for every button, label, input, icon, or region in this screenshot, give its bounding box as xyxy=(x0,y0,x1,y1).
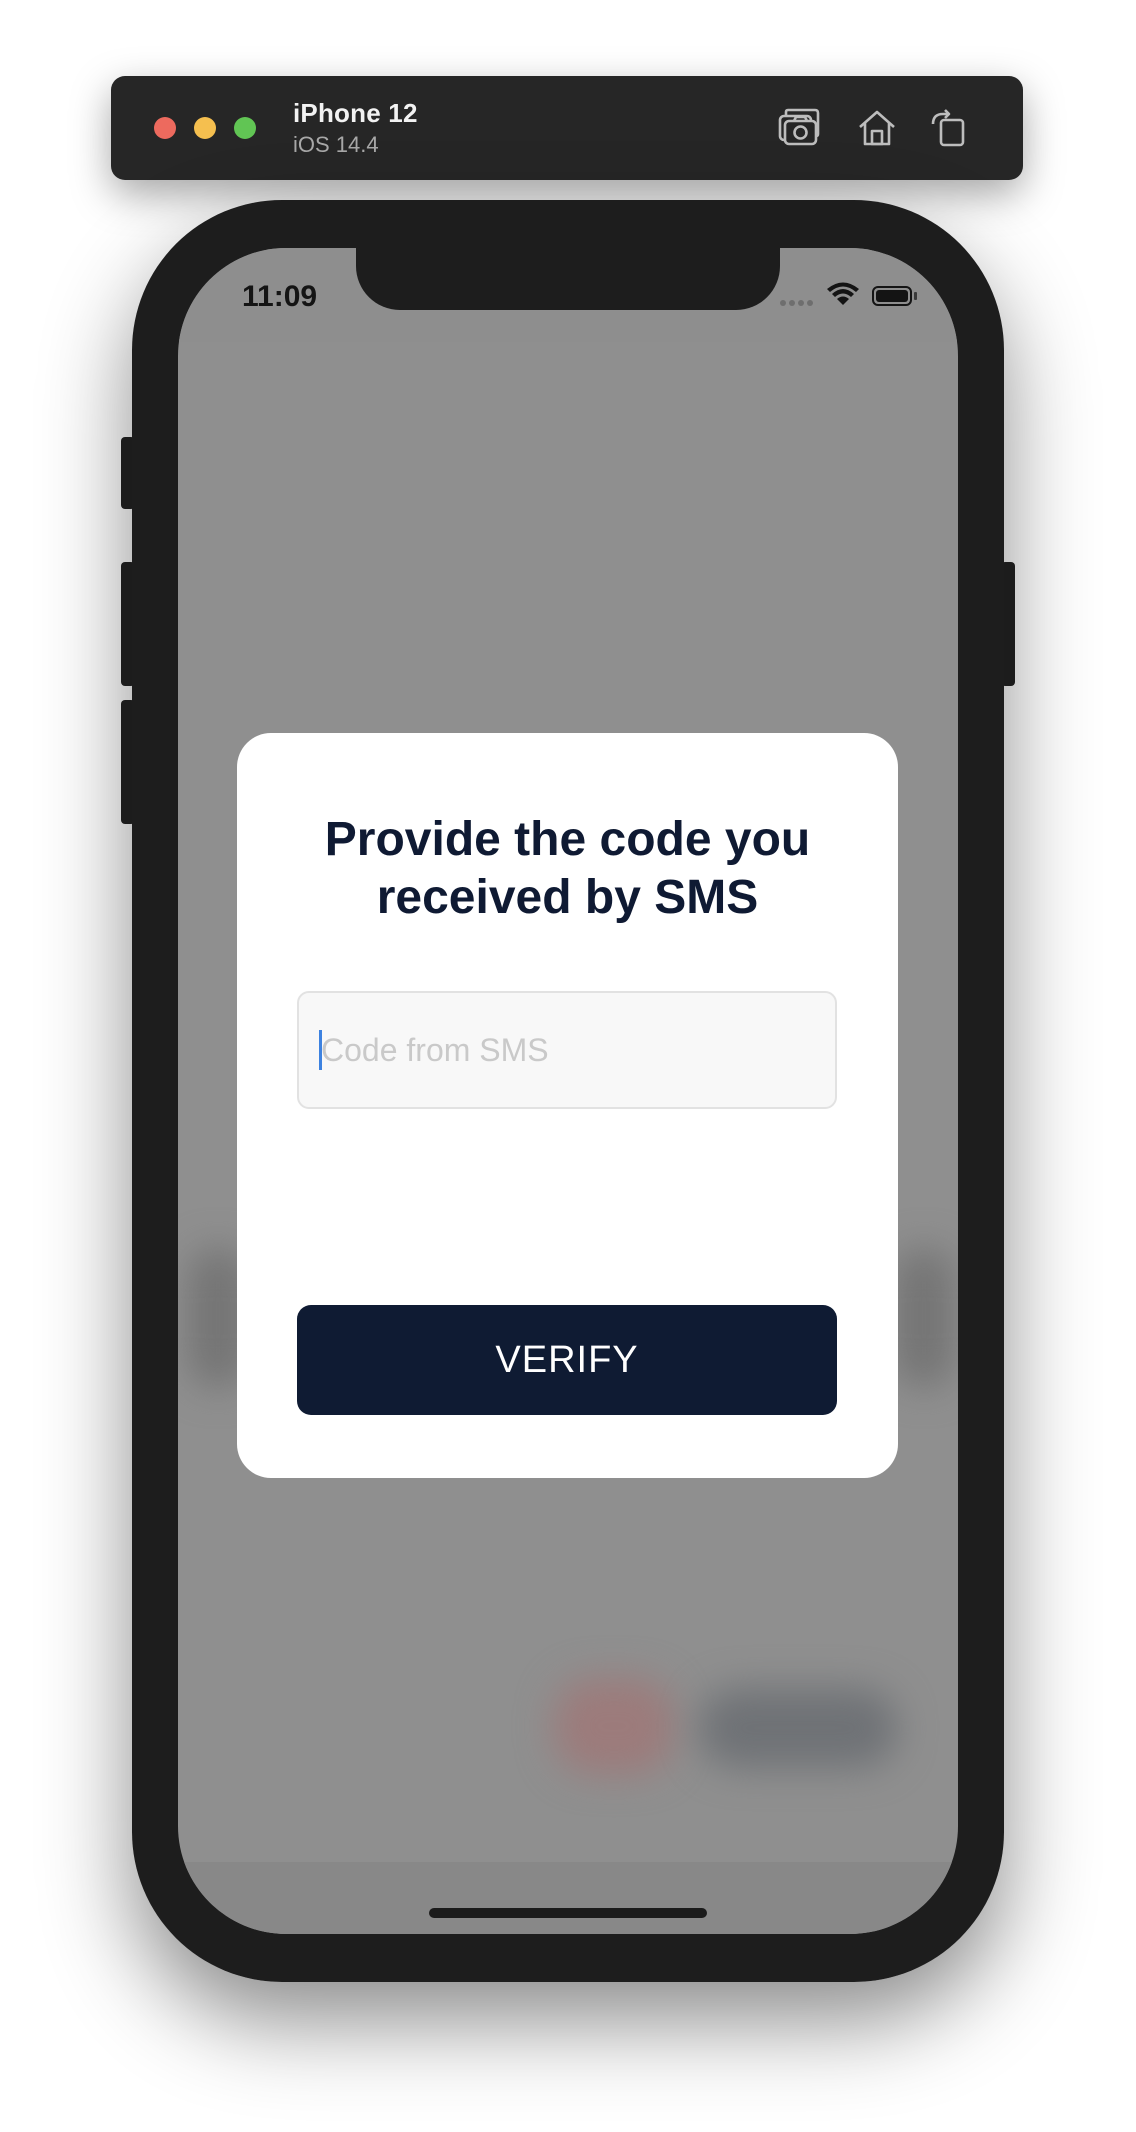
blurred-background xyxy=(894,1248,954,1388)
window-close-button[interactable] xyxy=(154,117,176,139)
verify-button[interactable]: VERIFY xyxy=(297,1305,837,1415)
battery-tip xyxy=(914,292,917,300)
screenshot-icon[interactable] xyxy=(777,106,821,150)
signal-icon xyxy=(780,300,816,306)
battery-icon xyxy=(872,286,912,306)
status-time: 11:09 xyxy=(242,280,318,313)
text-caret xyxy=(319,1030,322,1070)
window-zoom-button[interactable] xyxy=(234,117,256,139)
home-icon[interactable] xyxy=(855,106,899,150)
home-indicator[interactable] xyxy=(429,1908,707,1918)
dialog-title: Provide the code you received by SMS xyxy=(324,813,811,924)
blurred-background-button xyxy=(554,1678,674,1774)
device-frame: 11:09 Provide the code you received by S… xyxy=(132,200,1004,1982)
rotate-icon[interactable] xyxy=(927,106,971,150)
device-screen: 11:09 Provide the code you received by S… xyxy=(178,248,958,1934)
os-version: iOS 14.4 xyxy=(293,132,379,157)
sms-code-input[interactable] xyxy=(297,991,837,1109)
wifi-icon xyxy=(826,281,860,307)
window-minimize-button[interactable] xyxy=(194,117,216,139)
simulator-titlebar: iPhone 12 iOS 14.4 xyxy=(111,76,1023,180)
blurred-background-button xyxy=(698,1688,898,1768)
bottom-area xyxy=(178,1862,958,1934)
sms-code-dialog: Provide the code you received by SMS VER… xyxy=(237,733,898,1478)
notch xyxy=(356,248,780,310)
device-name: iPhone 12 xyxy=(293,98,418,128)
